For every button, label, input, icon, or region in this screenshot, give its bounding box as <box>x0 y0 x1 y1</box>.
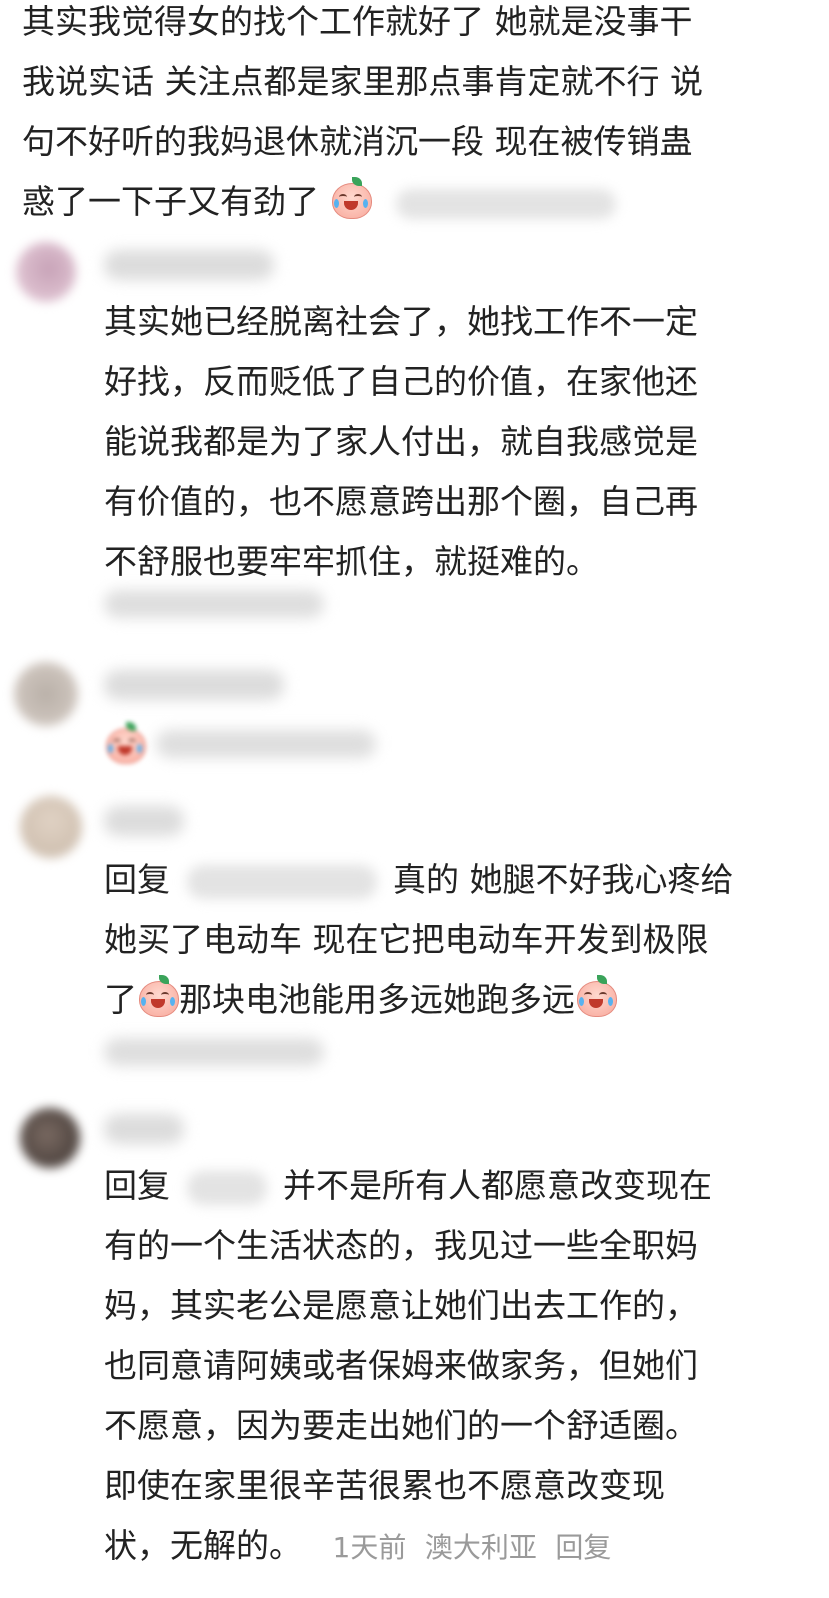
reply-line: 也同意请阿姨或者保姆来做家务，但她们 <box>104 1346 698 1385</box>
reply-time: 1天前 <box>332 1531 407 1564</box>
reply-line: 回复 并不是所有人都愿意改变现在 <box>104 1156 824 1216</box>
reply-line-text: 并不是所有人都愿意改变现在 <box>283 1166 712 1205</box>
reply-line: 状，无解的。 1天前 澳大利亚 回复 <box>104 1516 824 1578</box>
comment-line: 我说实话 关注点都是家里那点事肯定就不行 说 <box>22 62 703 101</box>
reply-line: 好找，反而贬低了自己的价值，在家他还 <box>104 362 698 401</box>
reply-line: 妈，其实老公是愿意让她们出去工作的， <box>104 1286 698 1325</box>
reply-line: 即使在家里很辛苦很累也不愿意改变现 <box>104 1466 665 1505</box>
reply-meta-redacted <box>104 1038 324 1066</box>
reply-target-redacted[interactable] <box>186 1170 267 1205</box>
comment-meta-redacted <box>396 188 616 219</box>
crying-laughing-face-icon <box>330 177 372 219</box>
avatar[interactable] <box>20 796 82 858</box>
reply-line: 不愿意，因为要走出她们的一个舒适圈。 <box>104 1406 698 1445</box>
reply-body: 其实她已经脱离社会了，她找工作不一定 好找，反而贬低了自己的价值，在家他还 能说… <box>104 292 804 592</box>
reply-prefix: 回复 <box>104 860 170 899</box>
crying-laughing-face-icon <box>575 975 617 1017</box>
crying-laughing-face-icon <box>137 975 179 1017</box>
avatar[interactable] <box>20 1108 80 1168</box>
avatar[interactable] <box>14 662 78 726</box>
comment-line-text: 惑了一下子又有劲了 <box>22 182 319 221</box>
reply-line-text: 那块电池能用多远她跑多远 <box>179 980 575 1019</box>
reply-meta-redacted <box>104 590 324 618</box>
reply-line: 有的一个生活状态的，我见过一些全职妈 <box>104 1226 698 1265</box>
reply-emoji-line <box>104 722 146 764</box>
reply-target-redacted[interactable] <box>186 864 377 899</box>
reply-line-text: 了 <box>104 980 137 1019</box>
reply-location: 澳大利亚 <box>424 1531 537 1564</box>
avatar[interactable] <box>16 242 76 302</box>
reply-meta-redacted <box>156 730 376 758</box>
reply-body: 回复 并不是所有人都愿意改变现在 有的一个生活状态的，我见过一些全职妈 妈，其实… <box>104 1156 824 1578</box>
username-redacted[interactable] <box>104 806 184 836</box>
reply-line-text: 真的 她腿不好我心疼给 <box>393 860 734 899</box>
reply-line-text: 状，无解的。 <box>104 1526 302 1565</box>
reply-line: 不舒服也要牢牢抓住，就挺难的。 <box>104 542 599 581</box>
comment-line: 句不好听的我妈退休就消沉一段 现在被传销蛊 <box>22 122 693 161</box>
reply-line: 能说我都是为了家人付出，就自我感觉是 <box>104 422 698 461</box>
reply-line: 有价值的，也不愿意跨出那个圈，自己再 <box>104 482 698 521</box>
comment-line: 其实我觉得女的找个工作就好了 她就是没事干 <box>22 2 693 41</box>
username-redacted[interactable] <box>104 1114 184 1144</box>
comment-line: 惑了一下子又有劲了 <box>22 172 822 232</box>
reply-button[interactable]: 回复 <box>555 1531 611 1564</box>
username-redacted[interactable] <box>104 670 284 700</box>
comment-thread: 其实我觉得女的找个工作就好了 她就是没事干 我说实话 关注点都是家里那点事肯定就… <box>0 0 829 1598</box>
reply-line: 她买了电动车 现在它把电动车开发到极限 <box>104 920 709 959</box>
crying-laughing-face-icon <box>104 722 146 764</box>
reply-line: 其实她已经脱离社会了，她找工作不一定 <box>104 302 698 341</box>
comment-body: 其实我觉得女的找个工作就好了 她就是没事干 我说实话 关注点都是家里那点事肯定就… <box>22 0 822 232</box>
reply-body: 回复 真的 她腿不好我心疼给 她买了电动车 现在它把电动车开发到极限 了 那块电… <box>104 850 824 1030</box>
username-redacted[interactable] <box>104 250 274 280</box>
reply-prefix: 回复 <box>104 1166 170 1205</box>
reply-line: 回复 真的 她腿不好我心疼给 <box>104 850 824 910</box>
reply-line: 了 那块电池能用多远她跑多远 <box>104 970 824 1030</box>
